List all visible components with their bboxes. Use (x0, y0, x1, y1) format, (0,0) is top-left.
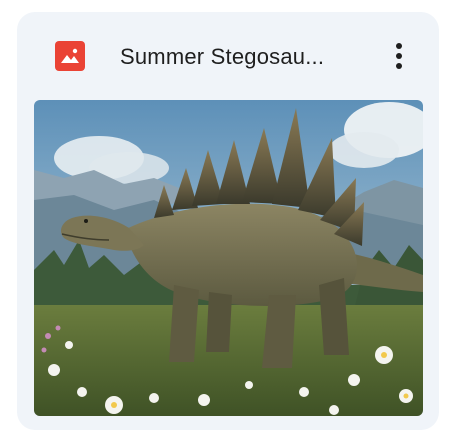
file-thumbnail[interactable] (34, 100, 423, 416)
file-title[interactable]: Summer Stegosau... (120, 42, 368, 72)
more-vert-icon[interactable] (383, 38, 415, 74)
image-file-icon (55, 41, 85, 71)
stegosaurus-image (34, 100, 423, 416)
file-card[interactable]: Summer Stegosau... (17, 12, 439, 430)
file-card-header: Summer Stegosau... (17, 12, 439, 98)
